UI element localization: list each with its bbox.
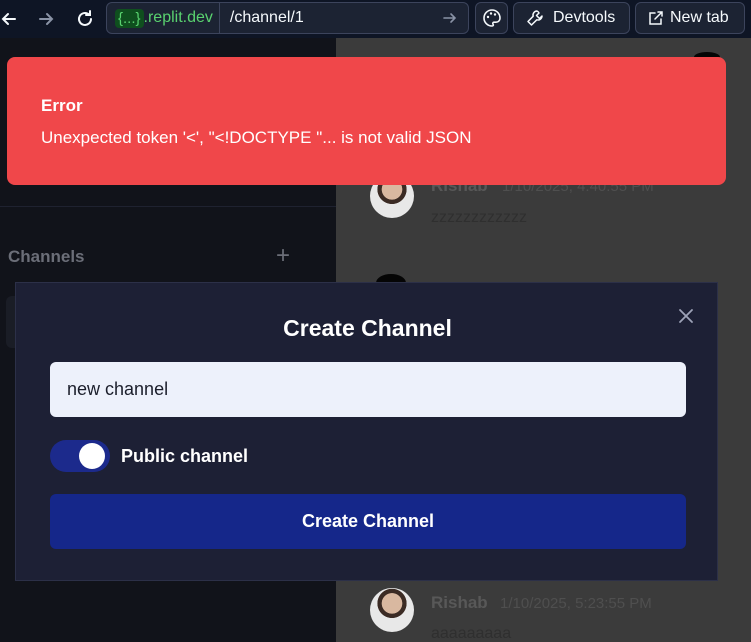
toast-message: Unexpected token '<', "<!DOCTYPE "... is… <box>41 128 472 147</box>
forward-button[interactable] <box>33 6 59 32</box>
url-divider <box>218 2 220 34</box>
public-channel-label: Public channel <box>121 446 249 466</box>
back-button[interactable] <box>0 6 22 32</box>
channel-name-input[interactable] <box>50 362 686 417</box>
sidebar-divider <box>0 206 336 207</box>
toast-title: Error <box>41 96 83 115</box>
message-time: 1/10/2025, 5:23:55 PM <box>500 595 652 612</box>
wrench-icon <box>527 10 543 26</box>
reload-icon <box>78 10 92 26</box>
arrow-right-icon <box>39 13 54 25</box>
arrow-left-icon <box>1 13 16 25</box>
modal-title: Create Channel <box>283 315 452 341</box>
devtools-label: Devtools <box>553 9 616 26</box>
avatar <box>370 588 414 632</box>
toggle-knob <box>79 443 105 469</box>
message-text: zzzzzzzzzzzz <box>431 209 527 226</box>
error-toast[interactable]: Error Unexpected token '<', "<!DOCTYPE "… <box>7 57 726 185</box>
url-token: {...} <box>115 8 144 28</box>
palette-icon <box>482 9 501 27</box>
url-domain: .replit.dev <box>143 9 213 26</box>
new-tab-label: New tab <box>670 9 729 26</box>
theme-button[interactable] <box>475 2 508 34</box>
close-icon[interactable] <box>676 306 696 326</box>
message-author: Rishab <box>431 593 488 612</box>
browser-toolbar: {...} .replit.dev /channel/1 Devtools Ne… <box>0 0 751 38</box>
go-arrow-icon[interactable] <box>442 10 458 26</box>
message-text: aaaaaaaaa <box>431 625 512 642</box>
create-channel-modal: Create Channel Public channel Create Cha… <box>15 282 718 581</box>
new-tab-button[interactable]: New tab <box>635 2 745 34</box>
url-path: /channel/1 <box>229 9 304 26</box>
reload-button[interactable] <box>72 6 98 32</box>
public-channel-toggle[interactable] <box>50 440 110 472</box>
channels-heading: Channels <box>8 247 85 266</box>
app-root: {...} .replit.dev /channel/1 Devtools Ne… <box>0 0 751 642</box>
external-link-icon <box>649 11 663 25</box>
url-bar[interactable]: {...} .replit.dev /channel/1 <box>106 2 469 34</box>
create-channel-button[interactable]: Create Channel <box>50 494 686 549</box>
add-channel-button[interactable]: + <box>276 244 290 268</box>
devtools-button[interactable]: Devtools <box>513 2 630 34</box>
